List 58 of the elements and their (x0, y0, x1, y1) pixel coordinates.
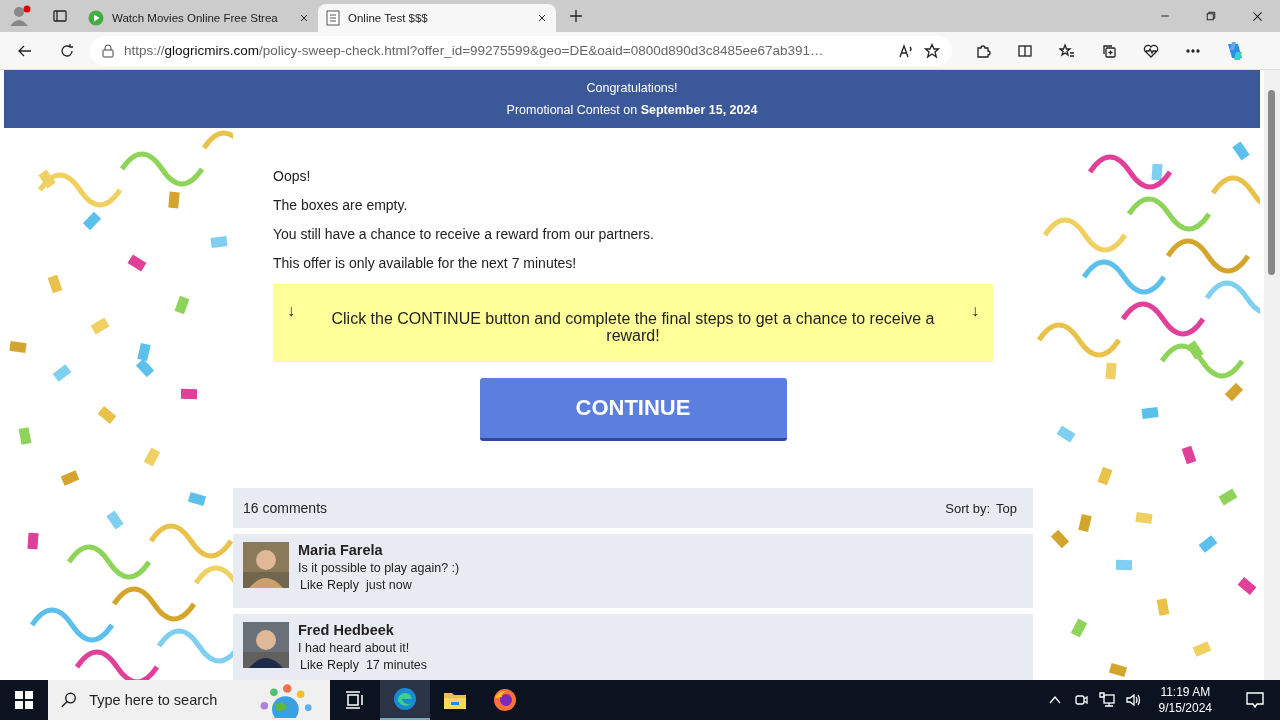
sort-option[interactable]: Top (996, 500, 1017, 516)
comment-text: Is it possible to play again? :) (298, 561, 460, 575)
folder-icon[interactable] (443, 690, 467, 710)
volume-icon[interactable] (1124, 692, 1141, 708)
favorite-icon[interactable] (924, 42, 940, 59)
collections-icon[interactable] (1101, 42, 1117, 59)
message-text: Oops! (273, 168, 312, 185)
header-subtitle: Promotional Contest on September 15, 2024 (506, 103, 758, 117)
favorites-icon[interactable] (1059, 42, 1075, 59)
document-icon (326, 10, 340, 26)
like-link[interactable]: Like (300, 578, 323, 592)
clock-date[interactable]: 9/15/2024 (1158, 701, 1212, 715)
edge-browser-icon[interactable] (393, 687, 417, 711)
taskbar-search-field[interactable]: Type here to search (87, 691, 242, 709)
comment-text: I had heard about it! (298, 641, 411, 655)
new-tab-icon[interactable] (568, 8, 584, 24)
task-view-icon[interactable] (345, 691, 365, 709)
comment-count: 16 comments (243, 500, 328, 516)
notifications-icon[interactable] (1245, 691, 1265, 709)
scrollbar[interactable] (1264, 70, 1280, 680)
like-link[interactable]: Like (300, 658, 323, 672)
lock-icon (102, 43, 114, 58)
close-icon[interactable] (1250, 9, 1264, 23)
heart-pulse-icon[interactable] (1143, 42, 1159, 59)
comment-time: just now (365, 578, 412, 592)
sort-label: Sort by: (945, 500, 991, 516)
message-text: This offer is only available for the next 7 minutes! (273, 255, 578, 272)
arrow-glyph: ↓ (287, 302, 295, 321)
commenter-name: Fred Hedbeek (298, 622, 395, 638)
browser-tab[interactable]: Online Test $$$ (318, 4, 556, 32)
play-icon (88, 10, 104, 26)
profile-icon[interactable] (8, 4, 32, 28)
firefox-icon[interactable] (493, 688, 517, 712)
read-aloud-icon[interactable] (898, 42, 914, 59)
message-text: You still have a chance to receive a reward from our partners. (273, 226, 655, 243)
windows-start-icon[interactable] (15, 691, 33, 709)
camera-icon[interactable] (1072, 692, 1089, 708)
network-icon[interactable] (1098, 692, 1115, 708)
search-icon (60, 691, 78, 709)
tab-actions-icon[interactable] (52, 8, 68, 24)
extensions-icon[interactable] (975, 42, 991, 59)
commenter-name: Maria Farela (298, 542, 384, 558)
reply-link[interactable]: Reply (326, 578, 359, 592)
close-icon[interactable] (536, 12, 548, 24)
split-screen-icon[interactable] (1017, 42, 1033, 59)
clock-time[interactable]: 11:19 AM (1160, 685, 1211, 699)
restore-icon[interactable] (1205, 10, 1217, 22)
header-title: Congratulations! (586, 81, 678, 95)
message-text: The boxes are empty. (273, 197, 409, 214)
reply-link[interactable]: Reply (326, 658, 359, 672)
comment-time: 17 minutes (365, 658, 428, 672)
continue-button[interactable]: CONTINUE (479, 378, 787, 441)
notice-text: Click the CONTINUE button and complete the final steps to get a chance to receive a reward! (330, 309, 936, 346)
address-bar[interactable]: https://glogricmirs.com/policy-sweep-check.html?offer_id=99275599&geo=DE&oaid=0800d890d3c8485ee67ab391… (90, 35, 952, 66)
arrow-glyph: ↓ (971, 302, 979, 321)
browser-tab[interactable]: Watch Movies Online Free Strea (80, 4, 318, 32)
refresh-icon[interactable] (59, 42, 75, 59)
close-icon[interactable] (298, 12, 310, 24)
